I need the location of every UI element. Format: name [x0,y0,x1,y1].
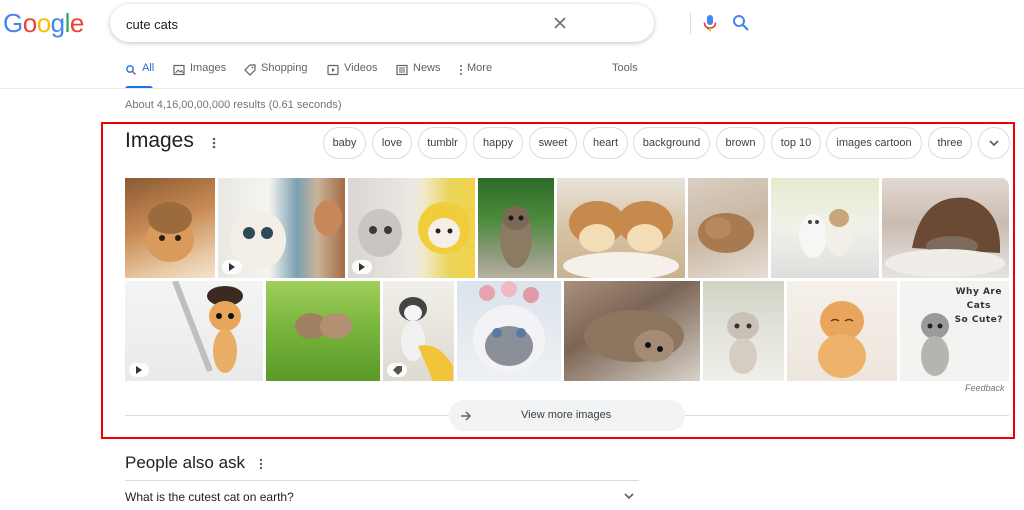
search-icon [126,65,137,76]
search-divider [690,12,691,34]
image-thumbnail[interactable] [383,281,454,381]
tab-label: More [467,62,493,74]
image-thumbnail[interactable] [266,281,380,381]
image-thumbnail[interactable] [218,178,345,278]
search-input[interactable] [126,15,526,33]
view-more-label: View more images [521,409,612,421]
tools-button[interactable]: Tools [612,62,638,86]
logo-letter: o [22,8,37,38]
logo-letter: g [50,8,65,38]
tab-videos[interactable]: Videos [327,62,377,86]
more-vert-icon[interactable] [208,135,220,151]
image-thumbnail[interactable] [882,178,1009,278]
image-thumbnail[interactable] [703,281,784,381]
paa-question[interactable]: What is the cutest cat on earth? [125,490,294,504]
news-icon [396,64,408,76]
tag-icon [244,64,256,76]
tab-more[interactable]: More [458,62,492,86]
logo-letter: e [69,8,84,38]
chip-tumblr[interactable]: tumblr [418,127,467,159]
tab-label: Shopping [261,62,308,74]
chevron-down-icon[interactable] [978,127,1010,159]
chip-images-cartoon[interactable]: images cartoon [826,127,922,159]
image-thumbnail[interactable] [348,178,475,278]
search-icon[interactable] [731,13,751,33]
logo-letter: G [3,8,23,38]
tab-all[interactable]: All [125,62,155,89]
image-thumbnail[interactable] [771,178,879,278]
image-thumbnail[interactable] [457,281,561,381]
image-thumbnail[interactable] [787,281,897,381]
play-icon [352,260,372,274]
arrow-right-icon [461,411,472,421]
tab-shopping[interactable]: Shopping [244,62,308,86]
image-thumbnail[interactable] [478,178,554,278]
image-icon [173,64,185,76]
image-thumbnail[interactable] [125,281,263,381]
tab-label: All [142,62,155,74]
chip-background[interactable]: background [633,127,710,159]
chip-love[interactable]: love [372,127,412,159]
image-thumbnail[interactable] [557,178,685,278]
image-thumbnail[interactable] [564,281,700,381]
google-logo[interactable]: Google [3,8,84,38]
tab-label: Images [190,62,227,74]
close-icon[interactable] [550,13,570,33]
more-vert-icon [460,65,462,75]
chip-three[interactable]: three [928,127,972,159]
image-thumbnail[interactable] [688,178,768,278]
tab-images[interactable]: Images [173,62,226,86]
image-thumbnail[interactable] [125,178,215,278]
header-divider [0,88,1024,89]
tag-icon [387,363,407,377]
caption-line: Cats [966,301,991,311]
tools-label: Tools [612,62,638,74]
chip-top-10[interactable]: top 10 [771,127,821,159]
play-icon [222,260,242,274]
image-thumbnail[interactable]: Why Are Cats So Cute? [900,281,1009,381]
tab-label: News [413,62,441,74]
chip-baby[interactable]: baby [323,127,366,159]
view-more-images-button[interactable]: View more images [449,400,685,431]
caption-line: So Cute? [954,315,1003,325]
chevron-down-icon[interactable] [622,489,636,503]
more-vert-icon[interactable] [255,457,267,471]
chip-brown[interactable]: brown [716,127,765,159]
caption-line: Why Are [955,287,1002,297]
tab-label: Videos [344,62,378,74]
chip-happy[interactable]: happy [473,127,523,159]
images-section-title: Images [125,129,194,152]
paa-divider [125,480,639,481]
feedback-link[interactable]: Feedback [965,383,1005,393]
chip-sweet[interactable]: sweet [529,127,577,159]
play-icon [129,363,149,377]
thumbnail-caption: Why Are Cats So Cute? [955,285,1003,327]
result-stats: About 4,16,00,00,000 results (0.61 secon… [125,99,342,111]
tab-news[interactable]: News [396,62,441,86]
mic-icon[interactable] [701,13,719,33]
chip-heart[interactable]: heart [583,127,628,159]
play-icon [327,64,339,76]
people-also-ask-title: People also ask [125,453,246,472]
logo-letter: o [36,8,51,38]
search-box [110,4,749,42]
